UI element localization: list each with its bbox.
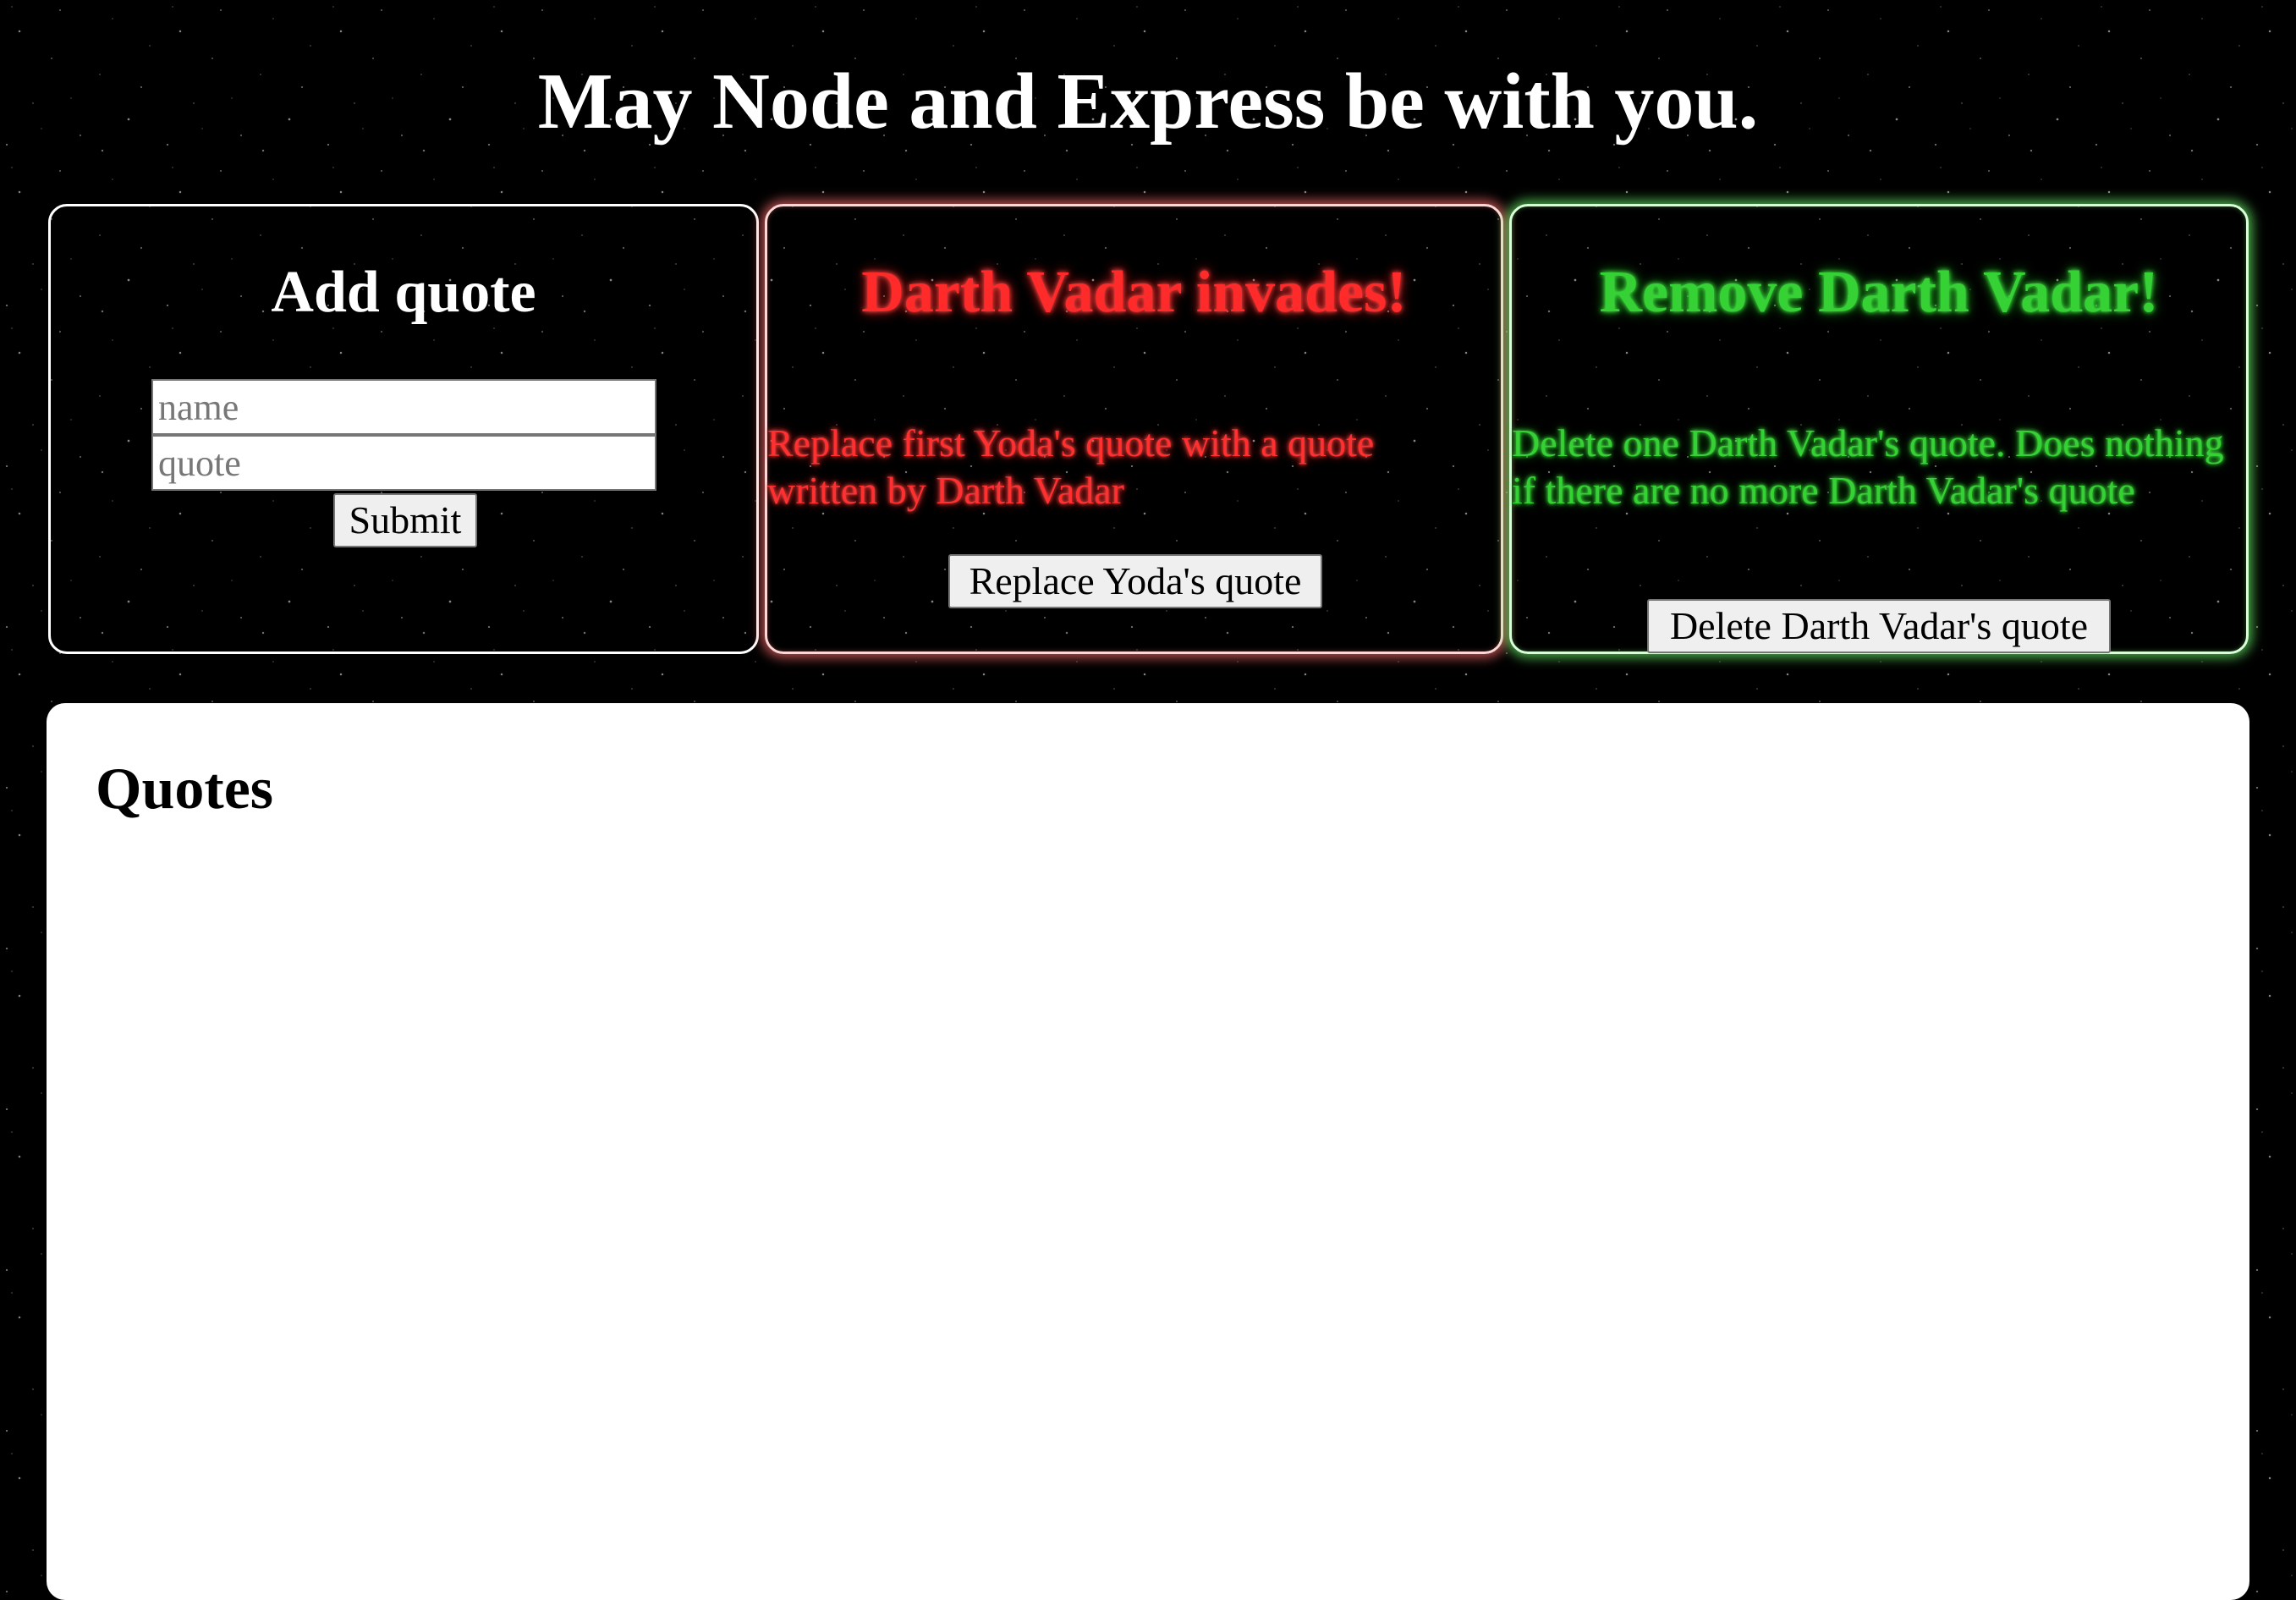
quote-input[interactable] <box>151 435 656 491</box>
add-quote-heading: Add quote <box>271 260 536 325</box>
delete-darth-vadar-quote-button[interactable]: Delete Darth Vadar's quote <box>1647 599 2111 653</box>
quotes-heading: Quotes <box>96 756 273 822</box>
replace-yoda-quote-button[interactable]: Replace Yoda's quote <box>948 554 1322 608</box>
submit-button[interactable]: Submit <box>333 493 477 547</box>
page-title: May Node and Express be with you. <box>537 58 1759 146</box>
remove-heading: Remove Darth Vadar! <box>1599 260 2159 325</box>
add-quote-panel: Add quote Submit <box>48 204 759 654</box>
remove-darth-vadar-panel: Remove Darth Vadar! Delete one Darth Vad… <box>1509 204 2249 654</box>
invade-description: Replace first Yoda's quote with a quote … <box>767 421 1375 512</box>
name-input[interactable] <box>151 379 656 435</box>
darth-vadar-invades-panel: Darth Vadar invades! Replace first Yoda'… <box>765 204 1503 654</box>
invade-heading: Darth Vadar invades! <box>861 260 1407 325</box>
remove-description: Delete one Darth Vadar's quote. Does not… <box>1512 421 2224 512</box>
quotes-section: Quotes <box>47 703 2249 1600</box>
